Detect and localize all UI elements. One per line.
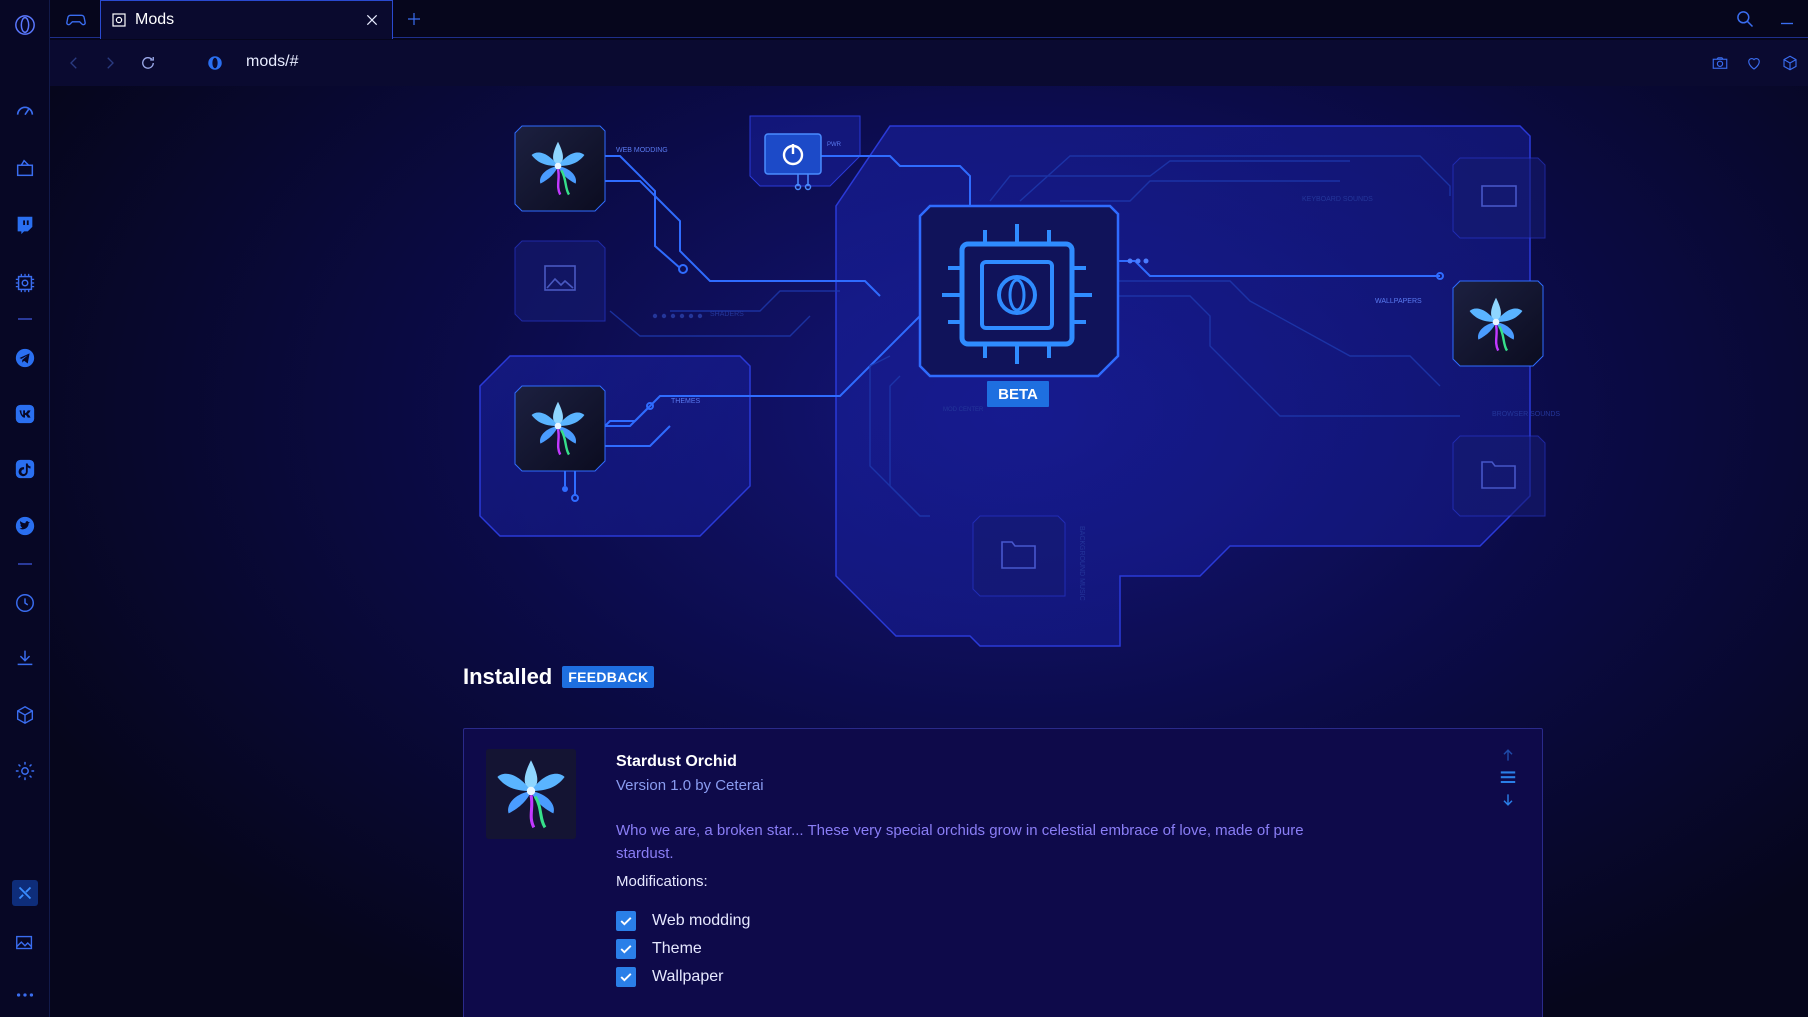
- forward-icon[interactable]: [98, 51, 122, 75]
- tab-mods[interactable]: Mods: [100, 0, 393, 39]
- checkbox-checked-icon[interactable]: [616, 967, 636, 987]
- twitch-icon[interactable]: [12, 212, 38, 238]
- reload-icon[interactable]: [136, 51, 160, 75]
- reorder-controls: [1496, 747, 1520, 813]
- gamepad-icon[interactable]: [58, 6, 94, 32]
- search-icon[interactable]: [1732, 6, 1758, 32]
- modification-label: Web modding: [652, 912, 751, 929]
- wallpapers-node: [1452, 280, 1544, 367]
- web-modding-node: [514, 125, 606, 212]
- shaders-label: SHADERS: [710, 311, 744, 318]
- installed-header: Installed FEEDBACK: [463, 664, 655, 690]
- pwr-label: PWR: [827, 142, 842, 148]
- web-modding-label: WEB MODDING: [616, 147, 668, 154]
- drag-handle-icon[interactable]: [1498, 770, 1518, 791]
- mods-page: BETA WEB MODDING PWR SHADERS THEMES KEYB…: [50, 86, 1808, 1017]
- camera-icon[interactable]: [1708, 51, 1732, 75]
- gx-corner-icon[interactable]: [12, 155, 38, 181]
- keyboard-sounds-node: [1452, 157, 1546, 239]
- modification-wallpaper[interactable]: Wallpaper: [616, 967, 723, 987]
- mods-chip-icon: [109, 10, 129, 30]
- extensions-cube-icon[interactable]: [12, 702, 38, 728]
- sidebar-divider: [18, 318, 32, 320]
- mod-thumbnail: [486, 749, 576, 839]
- more-dots-icon[interactable]: [12, 982, 38, 1008]
- sidebar-divider: [18, 563, 32, 565]
- checkbox-checked-icon[interactable]: [616, 939, 636, 959]
- feedback-button[interactable]: FEEDBACK: [562, 666, 655, 688]
- telegram-icon[interactable]: [12, 345, 38, 371]
- mod-version: Version 1.0 by Ceterai: [616, 777, 764, 794]
- mods-circuit-hero: BETA WEB MODDING PWR SHADERS THEMES KEYB…: [479, 115, 1560, 647]
- installed-title: Installed: [463, 664, 553, 689]
- browser-sounds-node: [1452, 435, 1546, 517]
- settings-gear-icon[interactable]: [12, 758, 38, 784]
- mods-chip-icon[interactable]: [12, 270, 38, 296]
- beta-label: BETA: [998, 386, 1038, 403]
- modification-theme[interactable]: Theme: [616, 939, 702, 959]
- url-field[interactable]: mods/#: [246, 53, 298, 71]
- modification-label: Theme: [652, 940, 702, 957]
- checkbox-checked-icon[interactable]: [616, 911, 636, 931]
- tiktok-icon[interactable]: [12, 456, 38, 482]
- sidebar: [0, 0, 50, 1017]
- new-tab-icon[interactable]: [402, 7, 426, 31]
- cube-icon[interactable]: [1778, 51, 1802, 75]
- opera-gx-logo-icon[interactable]: [12, 12, 38, 38]
- tab-title: Mods: [135, 11, 175, 28]
- modifications-label: Modifications:: [616, 873, 708, 890]
- themes-node: [514, 385, 606, 472]
- twitter-icon[interactable]: [12, 513, 38, 539]
- heart-icon[interactable]: [1742, 51, 1766, 75]
- history-clock-icon[interactable]: [12, 590, 38, 616]
- move-up-icon[interactable]: [1500, 747, 1516, 768]
- close-icon[interactable]: [360, 8, 384, 32]
- mod-description: Who we are, a broken star... These very …: [616, 822, 1304, 862]
- mod-card: Stardust Orchid Version 1.0 by Ceterai W…: [463, 728, 1543, 1017]
- mod-center-label: MOD CENTER: [943, 407, 984, 413]
- address-bar: mods/#: [50, 40, 1808, 86]
- player-tools-icon[interactable]: [12, 880, 38, 906]
- browser-sounds-label: BROWSER SOUNDS: [1492, 411, 1560, 418]
- vk-icon[interactable]: [12, 401, 38, 427]
- opera-logo-icon: [204, 52, 226, 74]
- move-down-icon[interactable]: [1500, 792, 1516, 813]
- keyboard-sounds-label: KEYBOARD SOUNDS: [1302, 196, 1373, 203]
- wallpaper-gallery-icon[interactable]: [12, 930, 38, 956]
- wallpapers-label: WALLPAPERS: [1375, 298, 1422, 305]
- themes-label: THEMES: [671, 398, 701, 405]
- background-music-node: [972, 515, 1066, 597]
- tab-bar: Mods: [50, 0, 1808, 39]
- modification-web-modding[interactable]: Web modding: [616, 911, 750, 931]
- cpu-chip: [918, 204, 1120, 378]
- speedometer-icon[interactable]: [12, 98, 38, 124]
- back-icon[interactable]: [62, 51, 86, 75]
- mod-name: Stardust Orchid: [616, 753, 737, 770]
- downloads-icon[interactable]: [12, 645, 38, 671]
- shaders-node: [514, 240, 606, 322]
- minimize-icon[interactable]: [1774, 6, 1800, 32]
- background-music-label: BACKGROUND MUSIC: [1078, 526, 1085, 601]
- modification-label: Wallpaper: [652, 968, 724, 985]
